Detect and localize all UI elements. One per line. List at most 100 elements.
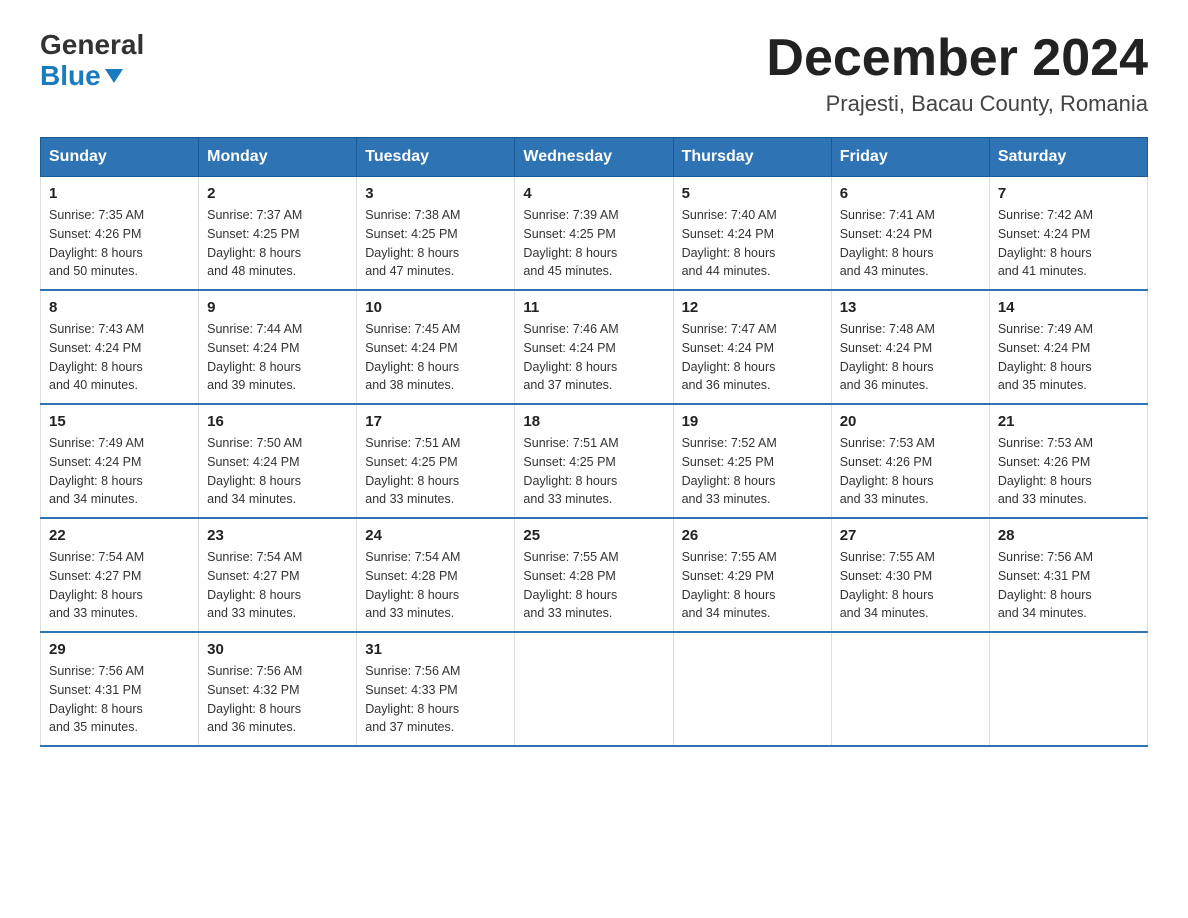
week-row-5: 29 Sunrise: 7:56 AM Sunset: 4:31 PM Dayl… [41, 632, 1148, 746]
calendar-cell: 5 Sunrise: 7:40 AM Sunset: 4:24 PM Dayli… [673, 177, 831, 291]
day-number: 18 [523, 413, 664, 430]
day-number: 25 [523, 527, 664, 544]
calendar-cell: 26 Sunrise: 7:55 AM Sunset: 4:29 PM Dayl… [673, 518, 831, 632]
day-number: 26 [682, 527, 823, 544]
day-info: Sunrise: 7:55 AM Sunset: 4:30 PM Dayligh… [840, 548, 981, 623]
day-number: 30 [207, 641, 348, 658]
day-number: 3 [365, 185, 506, 202]
day-info: Sunrise: 7:35 AM Sunset: 4:26 PM Dayligh… [49, 206, 190, 281]
page-header: General Blue December 2024 Prajesti, Bac… [40, 30, 1148, 117]
calendar-cell: 3 Sunrise: 7:38 AM Sunset: 4:25 PM Dayli… [357, 177, 515, 291]
logo-triangle-icon [105, 69, 123, 83]
calendar-cell: 29 Sunrise: 7:56 AM Sunset: 4:31 PM Dayl… [41, 632, 199, 746]
day-number: 5 [682, 185, 823, 202]
day-number: 10 [365, 299, 506, 316]
week-row-4: 22 Sunrise: 7:54 AM Sunset: 4:27 PM Dayl… [41, 518, 1148, 632]
day-number: 27 [840, 527, 981, 544]
day-info: Sunrise: 7:43 AM Sunset: 4:24 PM Dayligh… [49, 320, 190, 395]
calendar-table: SundayMondayTuesdayWednesdayThursdayFrid… [40, 137, 1148, 747]
day-info: Sunrise: 7:45 AM Sunset: 4:24 PM Dayligh… [365, 320, 506, 395]
day-info: Sunrise: 7:53 AM Sunset: 4:26 PM Dayligh… [998, 434, 1139, 509]
header-friday: Friday [831, 138, 989, 177]
calendar-cell: 30 Sunrise: 7:56 AM Sunset: 4:32 PM Dayl… [199, 632, 357, 746]
day-info: Sunrise: 7:56 AM Sunset: 4:31 PM Dayligh… [49, 662, 190, 737]
calendar-cell: 27 Sunrise: 7:55 AM Sunset: 4:30 PM Dayl… [831, 518, 989, 632]
calendar-cell: 7 Sunrise: 7:42 AM Sunset: 4:24 PM Dayli… [989, 177, 1147, 291]
calendar-cell [989, 632, 1147, 746]
day-info: Sunrise: 7:42 AM Sunset: 4:24 PM Dayligh… [998, 206, 1139, 281]
calendar-cell: 1 Sunrise: 7:35 AM Sunset: 4:26 PM Dayli… [41, 177, 199, 291]
calendar-cell: 6 Sunrise: 7:41 AM Sunset: 4:24 PM Dayli… [831, 177, 989, 291]
calendar-header: SundayMondayTuesdayWednesdayThursdayFrid… [41, 138, 1148, 177]
calendar-cell [673, 632, 831, 746]
calendar-cell: 17 Sunrise: 7:51 AM Sunset: 4:25 PM Dayl… [357, 404, 515, 518]
logo: General Blue [40, 30, 144, 92]
day-info: Sunrise: 7:40 AM Sunset: 4:24 PM Dayligh… [682, 206, 823, 281]
calendar-subtitle: Prajesti, Bacau County, Romania [766, 91, 1148, 117]
day-number: 19 [682, 413, 823, 430]
day-info: Sunrise: 7:50 AM Sunset: 4:24 PM Dayligh… [207, 434, 348, 509]
day-info: Sunrise: 7:54 AM Sunset: 4:27 PM Dayligh… [49, 548, 190, 623]
week-row-3: 15 Sunrise: 7:49 AM Sunset: 4:24 PM Dayl… [41, 404, 1148, 518]
day-info: Sunrise: 7:48 AM Sunset: 4:24 PM Dayligh… [840, 320, 981, 395]
day-info: Sunrise: 7:38 AM Sunset: 4:25 PM Dayligh… [365, 206, 506, 281]
header-monday: Monday [199, 138, 357, 177]
day-info: Sunrise: 7:47 AM Sunset: 4:24 PM Dayligh… [682, 320, 823, 395]
calendar-cell: 13 Sunrise: 7:48 AM Sunset: 4:24 PM Dayl… [831, 290, 989, 404]
calendar-cell: 22 Sunrise: 7:54 AM Sunset: 4:27 PM Dayl… [41, 518, 199, 632]
day-info: Sunrise: 7:51 AM Sunset: 4:25 PM Dayligh… [365, 434, 506, 509]
logo-general: General [40, 30, 144, 61]
day-info: Sunrise: 7:52 AM Sunset: 4:25 PM Dayligh… [682, 434, 823, 509]
day-number: 2 [207, 185, 348, 202]
header-wednesday: Wednesday [515, 138, 673, 177]
calendar-cell: 8 Sunrise: 7:43 AM Sunset: 4:24 PM Dayli… [41, 290, 199, 404]
calendar-cell: 24 Sunrise: 7:54 AM Sunset: 4:28 PM Dayl… [357, 518, 515, 632]
calendar-cell: 2 Sunrise: 7:37 AM Sunset: 4:25 PM Dayli… [199, 177, 357, 291]
calendar-cell: 9 Sunrise: 7:44 AM Sunset: 4:24 PM Dayli… [199, 290, 357, 404]
day-number: 17 [365, 413, 506, 430]
day-number: 9 [207, 299, 348, 316]
day-number: 15 [49, 413, 190, 430]
calendar-cell: 25 Sunrise: 7:55 AM Sunset: 4:28 PM Dayl… [515, 518, 673, 632]
day-info: Sunrise: 7:54 AM Sunset: 4:27 PM Dayligh… [207, 548, 348, 623]
day-info: Sunrise: 7:49 AM Sunset: 4:24 PM Dayligh… [49, 434, 190, 509]
day-number: 20 [840, 413, 981, 430]
header-row: SundayMondayTuesdayWednesdayThursdayFrid… [41, 138, 1148, 177]
day-number: 6 [840, 185, 981, 202]
calendar-cell: 12 Sunrise: 7:47 AM Sunset: 4:24 PM Dayl… [673, 290, 831, 404]
calendar-cell [515, 632, 673, 746]
day-number: 23 [207, 527, 348, 544]
day-info: Sunrise: 7:56 AM Sunset: 4:32 PM Dayligh… [207, 662, 348, 737]
day-number: 21 [998, 413, 1139, 430]
day-number: 14 [998, 299, 1139, 316]
calendar-cell: 23 Sunrise: 7:54 AM Sunset: 4:27 PM Dayl… [199, 518, 357, 632]
calendar-cell: 20 Sunrise: 7:53 AM Sunset: 4:26 PM Dayl… [831, 404, 989, 518]
day-number: 28 [998, 527, 1139, 544]
header-thursday: Thursday [673, 138, 831, 177]
day-number: 29 [49, 641, 190, 658]
week-row-1: 1 Sunrise: 7:35 AM Sunset: 4:26 PM Dayli… [41, 177, 1148, 291]
day-number: 4 [523, 185, 664, 202]
day-number: 1 [49, 185, 190, 202]
day-info: Sunrise: 7:51 AM Sunset: 4:25 PM Dayligh… [523, 434, 664, 509]
calendar-cell [831, 632, 989, 746]
calendar-body: 1 Sunrise: 7:35 AM Sunset: 4:26 PM Dayli… [41, 177, 1148, 747]
calendar-cell: 21 Sunrise: 7:53 AM Sunset: 4:26 PM Dayl… [989, 404, 1147, 518]
day-number: 16 [207, 413, 348, 430]
day-info: Sunrise: 7:54 AM Sunset: 4:28 PM Dayligh… [365, 548, 506, 623]
calendar-title: December 2024 [766, 30, 1148, 87]
calendar-cell: 4 Sunrise: 7:39 AM Sunset: 4:25 PM Dayli… [515, 177, 673, 291]
calendar-cell: 19 Sunrise: 7:52 AM Sunset: 4:25 PM Dayl… [673, 404, 831, 518]
calendar-cell: 14 Sunrise: 7:49 AM Sunset: 4:24 PM Dayl… [989, 290, 1147, 404]
calendar-cell: 15 Sunrise: 7:49 AM Sunset: 4:24 PM Dayl… [41, 404, 199, 518]
day-number: 13 [840, 299, 981, 316]
header-saturday: Saturday [989, 138, 1147, 177]
day-info: Sunrise: 7:37 AM Sunset: 4:25 PM Dayligh… [207, 206, 348, 281]
logo-blue: Blue [40, 61, 144, 92]
day-number: 12 [682, 299, 823, 316]
calendar-cell: 11 Sunrise: 7:46 AM Sunset: 4:24 PM Dayl… [515, 290, 673, 404]
day-info: Sunrise: 7:41 AM Sunset: 4:24 PM Dayligh… [840, 206, 981, 281]
calendar-cell: 10 Sunrise: 7:45 AM Sunset: 4:24 PM Dayl… [357, 290, 515, 404]
day-number: 8 [49, 299, 190, 316]
title-block: December 2024 Prajesti, Bacau County, Ro… [766, 30, 1148, 117]
